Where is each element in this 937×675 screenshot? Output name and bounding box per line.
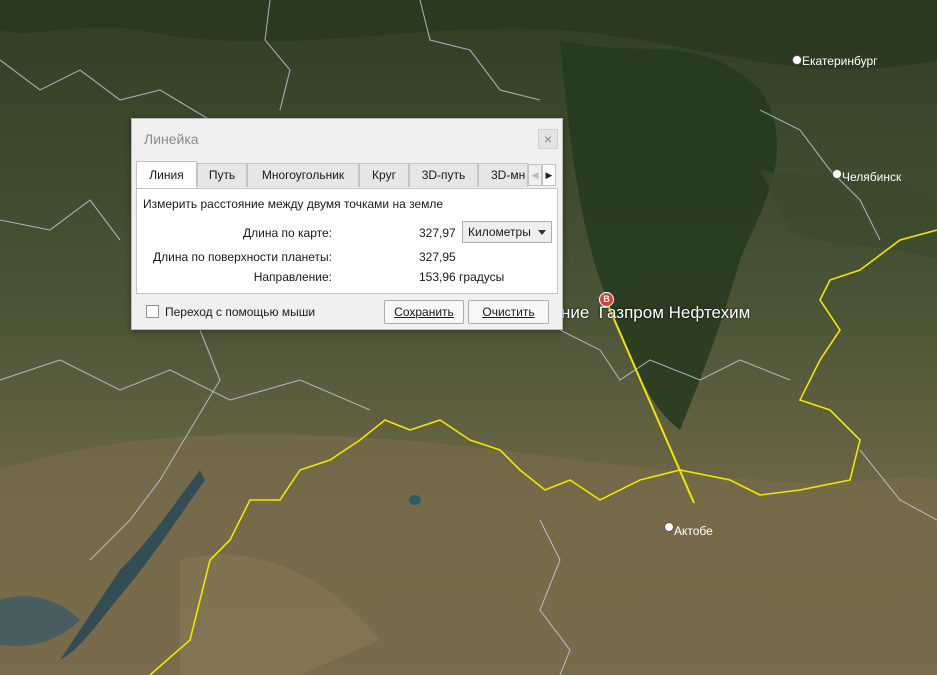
city-label: Актобе [674,524,713,538]
save-button[interactable]: Сохранить [384,300,464,324]
unit-select-value: Километры [468,225,531,239]
clear-button[interactable]: Очистить [468,300,549,324]
tab-line[interactable]: Линия [136,161,197,188]
city-dot-icon [792,55,802,65]
poi-label[interactable]: ние Газпром Нефтехим [561,303,750,323]
heading-value: 153,96 градусы [419,270,505,284]
pin-b-icon[interactable]: B [599,292,614,307]
save-button-label: Сохранить [394,305,454,319]
surface-length-label: Длина по поверхности планеты: [153,250,332,264]
measure-panel: Измерить расстояние между двумя точками … [136,188,558,294]
tab-scroll-right-icon[interactable]: ▶ [542,164,556,186]
map-length-label: Длина по карте: [243,226,332,240]
tab-3d-path[interactable]: 3D-путь [409,163,478,187]
ruler-dialog: Линейка × Линия Путь Многоугольник Круг … [131,118,563,330]
city-label: Челябинск [842,170,902,184]
close-icon[interactable]: × [538,129,558,149]
dialog-title: Линейка [144,131,199,147]
dialog-titlebar[interactable]: Линейка × [132,119,562,157]
clear-button-label: Очистить [482,305,535,319]
city-dot-icon [664,522,674,532]
tab-bar: Линия Путь Многоугольник Круг 3D-путь 3D… [136,161,558,188]
city-label: Екатеринбург [802,54,878,68]
unit-select[interactable]: Километры [462,221,552,243]
measure-description: Измерить расстояние между двумя точками … [143,197,444,211]
heading-label: Направление: [253,270,332,284]
tab-3d-polygon[interactable]: 3D-мн [478,163,528,187]
mouse-nav-checkbox[interactable] [146,305,159,318]
pin-letter: B [603,294,610,304]
map-length-value: 327,97 [419,226,456,240]
tab-scroll-left-icon[interactable]: ◀ [528,164,542,186]
satellite-map[interactable] [0,0,937,675]
tab-circle[interactable]: Круг [359,163,409,187]
tab-polygon[interactable]: Многоугольник [247,163,359,187]
surface-length-value: 327,95 [419,250,456,264]
mouse-nav-label[interactable]: Переход с помощью мыши [165,305,315,319]
chevron-down-icon [538,230,546,235]
tab-path[interactable]: Путь [197,163,247,187]
city-dot-icon [832,169,842,179]
